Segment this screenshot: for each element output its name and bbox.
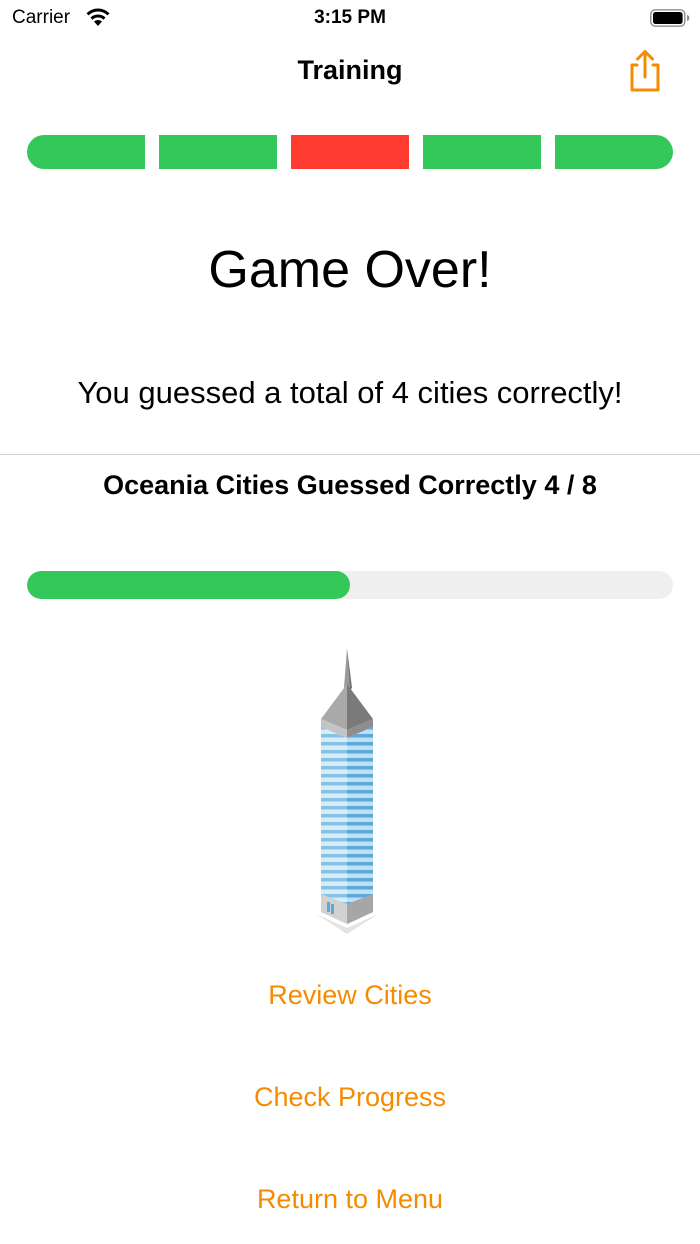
round-segment-incorrect — [291, 135, 409, 169]
round-segment-correct — [555, 135, 673, 169]
score-summary: You guessed a total of 4 cities correctl… — [77, 375, 623, 410]
round-segment-correct — [27, 135, 145, 169]
round-results-bar — [27, 135, 673, 169]
status-bar: Carrier 3:15 PM — [0, 0, 700, 36]
region-progress-label: Oceania Cities Guessed Correctly 4 / 8 — [103, 470, 597, 500]
nav-title: Training — [297, 55, 403, 85]
skyscraper-illustration — [316, 648, 378, 934]
game-over-screen: Carrier 3:15 PM Training Game Over! You … — [0, 0, 700, 1244]
review-cities-button[interactable]: Review Cities — [0, 980, 700, 1011]
check-progress-button[interactable]: Check Progress — [0, 1082, 700, 1113]
round-segment-correct — [423, 135, 541, 169]
round-segment-correct — [159, 135, 277, 169]
divider — [0, 454, 700, 455]
battery-icon — [650, 9, 690, 27]
region-progress-bar — [27, 571, 673, 599]
return-to-menu-button[interactable]: Return to Menu — [0, 1184, 700, 1215]
share-icon[interactable] — [624, 48, 666, 94]
game-over-heading: Game Over! — [208, 241, 492, 299]
region-progress-fill — [27, 571, 350, 599]
status-time: 3:15 PM — [314, 7, 386, 28]
